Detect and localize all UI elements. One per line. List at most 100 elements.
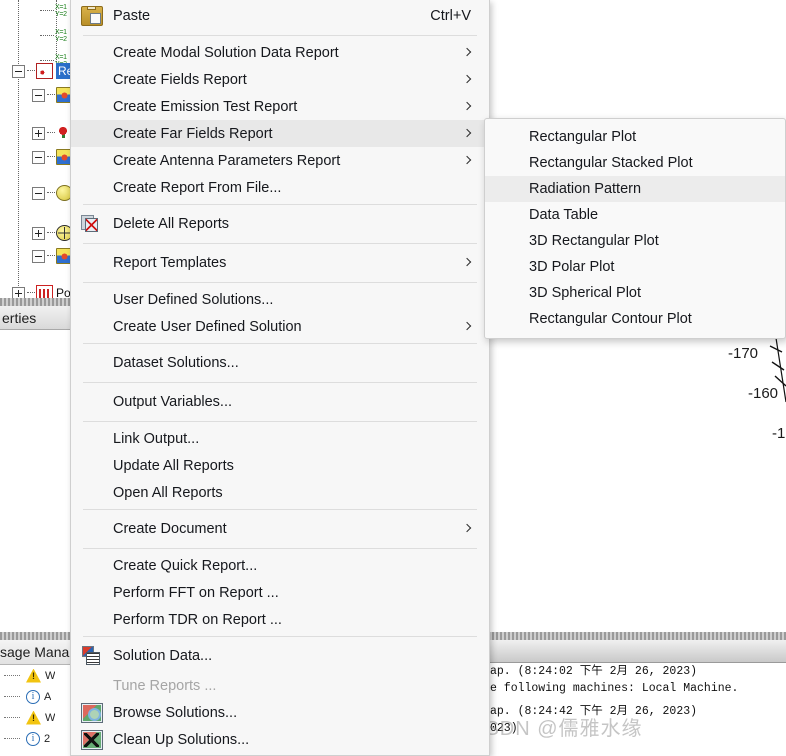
menu-item-create-document[interactable]: Create Document — [71, 513, 489, 545]
message-text: A — [44, 690, 52, 703]
menu-separator — [83, 548, 477, 549]
menu-item-create-far-fields-report[interactable]: Create Far Fields Report — [71, 120, 489, 147]
collapse-toggle-results[interactable] — [12, 64, 25, 78]
properties-panel-title: erties — [0, 306, 78, 330]
menu-separator — [83, 382, 477, 383]
xy-value-label: X=1 Y=2 — [55, 4, 67, 18]
delete-all-reports-icon — [81, 214, 103, 234]
collapse-toggle-report-2[interactable] — [32, 150, 45, 164]
menu-item-label: Output Variables... — [113, 394, 233, 410]
project-tree-panel[interactable]: X=1 Y=2 X=1 Y=2 X=1 Y=2 Re — [0, 0, 78, 300]
menu-item-create-emission-test-report[interactable]: Create Emission Test Report — [71, 93, 489, 120]
menu-item-label: Create Emission Test Report — [113, 98, 298, 115]
chevron-right-icon — [463, 100, 473, 114]
menu-item-perform-tdr-on-report[interactable]: Perform TDR on Report ... — [71, 606, 489, 633]
menu-item-create-modal-solution-data-report[interactable]: Create Modal Solution Data Report — [71, 39, 489, 66]
menu-separator — [83, 636, 477, 637]
menu-item-open-all-reports[interactable]: Open All Reports — [71, 479, 489, 506]
submenu-item-radiation-pattern[interactable]: Radiation Pattern — [485, 176, 785, 202]
menu-item-clean-up-solutions[interactable]: Clean Up Solutions... — [71, 726, 489, 753]
tree-connector — [4, 696, 20, 698]
collapse-toggle-sphere[interactable] — [32, 186, 45, 200]
tree-connector — [40, 10, 54, 12]
menu-item-create-fields-report[interactable]: Create Fields Report — [71, 66, 489, 93]
menu-separator — [83, 243, 477, 244]
collapse-toggle-report-1[interactable] — [32, 88, 45, 102]
menu-separator — [83, 343, 477, 344]
menu-item-browse-solutions[interactable]: Browse Solutions... — [71, 699, 489, 726]
paste-icon — [81, 6, 103, 26]
expand-toggle-excitations[interactable] — [32, 126, 45, 140]
tree-connector — [40, 35, 54, 37]
menu-item-label: Solution Data... — [113, 648, 213, 664]
log-line: e following machines: Local Machine. — [490, 682, 739, 695]
tree-item-results[interactable]: Re — [12, 60, 76, 82]
menu-item-paste[interactable]: Paste Ctrl+V — [71, 0, 489, 32]
menu-item-link-output[interactable]: Link Output... — [71, 425, 489, 452]
tree-connector — [4, 738, 20, 740]
log-window-body[interactable]: ap. (8:24:02 下午 2月 26, 2023) e following… — [488, 663, 786, 748]
menu-icon-placeholder — [81, 556, 103, 576]
submenu-item-label: Rectangular Plot — [529, 129, 637, 145]
menu-item-label: Clean Up Solutions... — [113, 731, 250, 748]
context-menu[interactable]: Paste Ctrl+V Create Modal Solution Data … — [70, 0, 490, 756]
menu-item-user-defined-solutions[interactable]: User Defined Solutions... — [71, 286, 489, 313]
menu-item-shortcut: Ctrl+V — [430, 8, 471, 24]
far-fields-report-submenu[interactable]: Rectangular Plot Rectangular Stacked Plo… — [484, 118, 786, 339]
log-window-header — [488, 640, 786, 663]
chevron-right-icon — [463, 73, 473, 87]
submenu-item-rectangular-plot[interactable]: Rectangular Plot — [485, 124, 785, 150]
menu-item-dataset-solutions[interactable]: Dataset Solutions... — [71, 347, 489, 379]
tree-connector — [47, 94, 55, 96]
submenu-item-rectangular-stacked-plot[interactable]: Rectangular Stacked Plot — [485, 150, 785, 176]
submenu-item-label: Rectangular Contour Plot — [529, 311, 692, 327]
tree-connector — [27, 292, 35, 294]
submenu-item-3d-polar-plot[interactable]: 3D Polar Plot — [485, 254, 785, 280]
menu-item-output-variables[interactable]: Output Variables... — [71, 386, 489, 418]
menu-icon-placeholder — [81, 290, 103, 310]
submenu-item-3d-rectangular-plot[interactable]: 3D Rectangular Plot — [485, 228, 785, 254]
menu-item-label: Paste — [113, 8, 151, 24]
menu-item-report-templates[interactable]: Report Templates — [71, 247, 489, 279]
info-icon — [26, 731, 40, 746]
chevron-right-icon — [463, 127, 473, 141]
menu-item-label: Perform FFT on Report ... — [113, 584, 279, 601]
log-window-grip[interactable] — [488, 632, 786, 640]
submenu-item-data-table[interactable]: Data Table — [485, 202, 785, 228]
menu-item-label: Dataset Solutions... — [113, 355, 239, 371]
menu-icon-placeholder — [81, 392, 103, 412]
menu-item-create-antenna-parameters-report[interactable]: Create Antenna Parameters Report — [71, 147, 489, 174]
submenu-item-3d-spherical-plot[interactable]: 3D Spherical Plot — [485, 280, 785, 306]
menu-item-label: Open All Reports — [113, 484, 223, 501]
tree-item-field-0[interactable]: X=1 Y=2 — [40, 0, 67, 22]
submenu-item-label: Data Table — [529, 207, 599, 223]
clean-up-solutions-icon — [81, 729, 103, 750]
chevron-right-icon — [463, 46, 473, 60]
menu-item-delete-all-reports[interactable]: Delete All Reports — [71, 208, 489, 240]
properties-panel-grip[interactable] — [0, 298, 78, 306]
menu-icon-placeholder — [81, 353, 103, 373]
submenu-item-label: Radiation Pattern — [529, 181, 642, 197]
menu-item-perform-fft-on-report[interactable]: Perform FFT on Report ... — [71, 579, 489, 606]
tree-connector — [4, 675, 20, 677]
menu-item-label: User Defined Solutions... — [113, 291, 274, 308]
menu-item-label: Link Output... — [113, 430, 200, 447]
menu-icon-placeholder — [81, 97, 103, 117]
menu-item-tune-reports: Tune Reports ... — [71, 672, 489, 699]
menu-item-solution-data[interactable]: Solution Data... — [71, 640, 489, 672]
menu-item-create-user-defined-solution[interactable]: Create User Defined Solution — [71, 313, 489, 340]
collapse-toggle-report-3[interactable] — [32, 249, 45, 263]
menu-item-create-quick-report[interactable]: Create Quick Report... — [71, 552, 489, 579]
menu-item-label: Report Templates — [113, 255, 227, 271]
menu-item-label: Create Modal Solution Data Report — [113, 44, 339, 61]
tree-connector — [47, 156, 55, 158]
menu-icon-placeholder — [81, 456, 103, 476]
tree-item-field-1[interactable]: X=1 Y=2 — [40, 25, 67, 47]
menu-item-update-all-reports[interactable]: Update All Reports — [71, 452, 489, 479]
submenu-item-label: 3D Spherical Plot — [529, 285, 642, 301]
chevron-right-icon — [463, 522, 473, 536]
expand-toggle-globe[interactable] — [32, 226, 45, 240]
menu-icon-placeholder — [81, 519, 103, 539]
submenu-item-rectangular-contour-plot[interactable]: Rectangular Contour Plot — [485, 306, 785, 332]
menu-item-create-report-from-file[interactable]: Create Report From File... — [71, 174, 489, 201]
